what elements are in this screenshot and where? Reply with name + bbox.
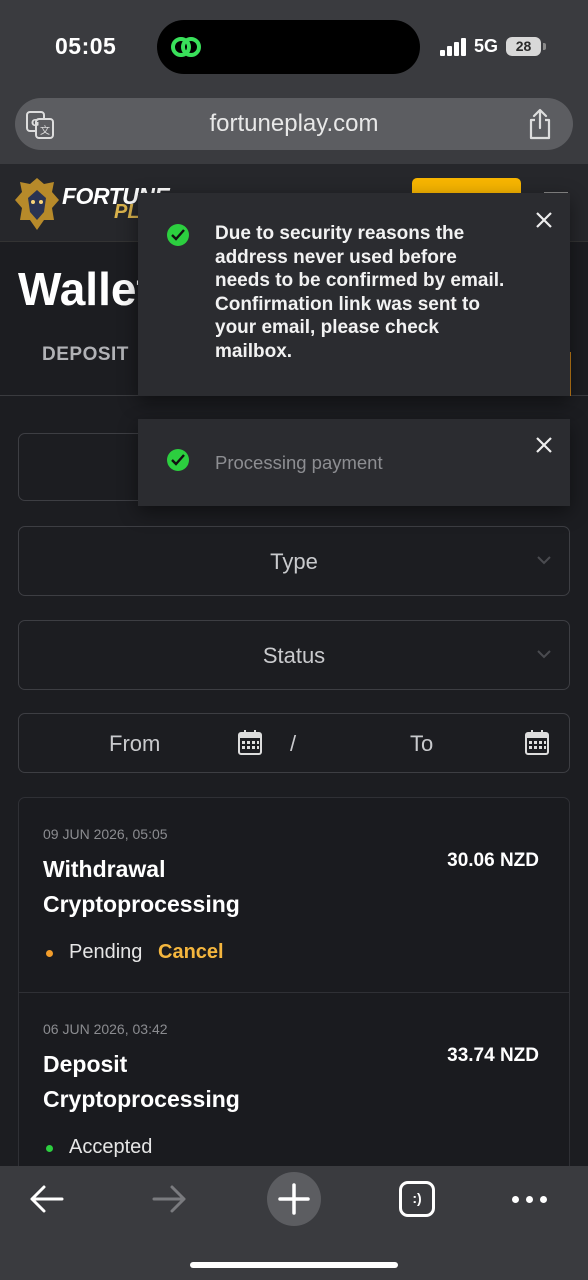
calendar-icon[interactable] — [525, 729, 549, 755]
share-icon[interactable] — [527, 108, 553, 140]
signal-icon — [440, 38, 468, 56]
link-app-icon — [171, 37, 201, 57]
to-date-input[interactable]: To — [410, 731, 433, 757]
toast-message-line: mailbox. — [215, 340, 293, 362]
chevron-down-icon — [537, 650, 551, 659]
type-select-label: Type — [270, 549, 318, 574]
transaction-amount: 33.74 NZD — [447, 1045, 539, 1066]
toast-message-line: address never used before — [215, 246, 457, 268]
toast-message: Due to security reasons the address neve… — [215, 222, 525, 363]
back-arrow-icon[interactable] — [28, 1184, 64, 1214]
close-icon[interactable] — [535, 211, 553, 229]
transaction-amount: 30.06 NZD — [447, 850, 539, 871]
status-dot-icon — [46, 1145, 53, 1152]
transaction-title: Deposit Cryptoprocessing — [43, 1047, 240, 1117]
type-select[interactable]: Type — [18, 526, 570, 596]
transaction-card: 06 JUN 2026, 03:42 Deposit Cryptoprocess… — [18, 992, 570, 1182]
transaction-title: Withdrawal Cryptoprocessing — [43, 852, 240, 922]
network-type: 5G — [474, 36, 499, 56]
success-check-icon — [167, 449, 189, 471]
toast-message-line: needs to be confirmed by email. — [215, 270, 505, 291]
transaction-type: Withdrawal — [43, 856, 166, 882]
browser-toolbar: :) — [0, 1166, 588, 1280]
lion-logo-icon[interactable] — [14, 176, 60, 232]
notification-toast: Due to security reasons the address neve… — [138, 193, 570, 396]
toast-message-line: your email, please check — [215, 317, 439, 338]
tab-deposit[interactable]: DEPOSIT — [42, 344, 129, 366]
browser-bar: G 文 fortuneplay.com — [0, 92, 588, 164]
status-dot-icon — [46, 950, 53, 957]
date-range-picker: From / To — [18, 713, 570, 773]
page-title: Wallet — [18, 263, 152, 315]
status-bar: 05:05 5G 28 — [0, 0, 588, 92]
clock: 05:05 — [55, 33, 117, 59]
chevron-down-icon — [537, 556, 551, 565]
new-tab-button[interactable] — [267, 1172, 321, 1226]
transaction-date: 09 JUN 2026, 05:05 — [43, 826, 168, 842]
calendar-icon[interactable] — [238, 729, 262, 755]
close-icon[interactable] — [535, 436, 553, 454]
cancel-button[interactable]: Cancel — [158, 941, 224, 964]
dynamic-island — [157, 20, 420, 74]
transaction-type: Deposit — [43, 1051, 128, 1077]
notification-toast: Processing payment — [138, 419, 570, 506]
toast-message: Processing payment — [215, 452, 383, 473]
transaction-card: 09 JUN 2026, 05:05 Withdrawal Cryptoproc… — [18, 797, 570, 993]
status-select[interactable]: Status — [18, 620, 570, 690]
success-check-icon — [167, 224, 189, 246]
forward-arrow-icon[interactable] — [152, 1184, 188, 1214]
transaction-status: Pending — [69, 941, 143, 963]
url-text[interactable]: fortuneplay.com — [15, 110, 573, 138]
from-date-input[interactable]: From — [109, 731, 160, 757]
more-icon[interactable] — [512, 1196, 548, 1204]
tabs-button[interactable]: :) — [399, 1181, 435, 1217]
battery-tip — [543, 43, 546, 50]
transaction-date: 06 JUN 2026, 03:42 — [43, 1021, 168, 1037]
home-indicator — [190, 1262, 398, 1268]
status-select-label: Status — [262, 643, 326, 668]
address-bar[interactable]: G 文 fortuneplay.com — [15, 98, 573, 150]
toast-message-line: Confirmation link was sent to — [215, 293, 480, 315]
transaction-provider: Cryptoprocessing — [43, 1086, 240, 1112]
transaction-provider: Cryptoprocessing — [43, 891, 240, 917]
date-separator: / — [290, 731, 297, 756]
plus-icon — [278, 1183, 310, 1215]
battery-icon: 28 — [506, 37, 541, 56]
transaction-status: Accepted — [69, 1136, 153, 1158]
toast-message-line: Due to security reasons the — [215, 223, 465, 244]
